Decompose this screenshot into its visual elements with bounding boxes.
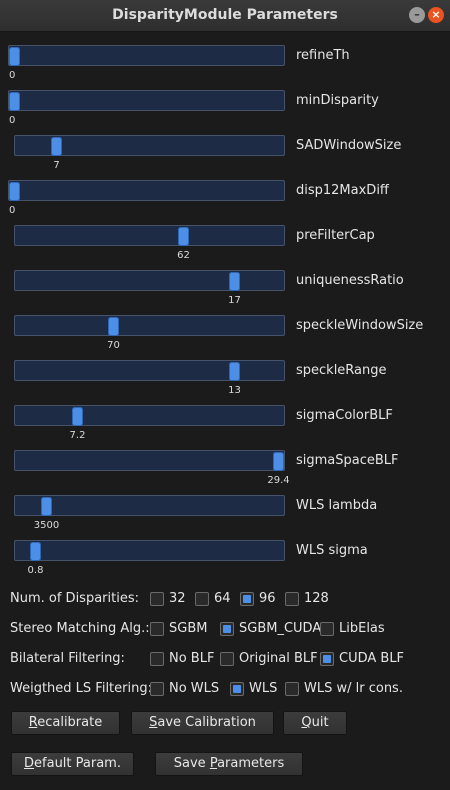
quit-button[interactable]: Quit (283, 711, 347, 735)
slider-label: disp12MaxDiff (296, 183, 389, 198)
stereo-option-libelas: LibElas (339, 621, 385, 636)
close-icon[interactable]: × (428, 7, 444, 23)
disparities-option-64: 64 (214, 591, 231, 606)
bilateral-option-no-blf: No BLF (169, 651, 215, 666)
bilateral-checkbox-no-blf[interactable] (150, 652, 164, 666)
slider-label: SADWindowSize (296, 138, 402, 153)
slider-label: sigmaColorBLF (296, 408, 393, 423)
wls-option-no-wls: No WLS (169, 681, 220, 696)
slider-handle[interactable] (9, 92, 20, 111)
slider-track[interactable] (14, 270, 285, 291)
slider-handle[interactable] (229, 362, 240, 381)
slider-value: 29.4 (267, 475, 290, 486)
title-bar: DisparityModule Parameters – × (0, 0, 450, 32)
wls-option-wls: WLS (249, 681, 278, 696)
slider-handle[interactable] (51, 137, 62, 156)
slider-value: 13 (228, 385, 241, 396)
slider-label: WLS lambda (296, 498, 378, 513)
slider-track[interactable] (8, 90, 285, 111)
slider-track[interactable] (14, 405, 285, 426)
slider-label: WLS sigma (296, 543, 368, 558)
slider-handle[interactable] (108, 317, 119, 336)
slider-handle[interactable] (72, 407, 83, 426)
slider-track[interactable] (8, 45, 285, 66)
bilateral-checkbox-cuda-blf[interactable] (320, 652, 334, 666)
slider-value: 0 (9, 70, 16, 81)
wls-checkbox-wls[interactable] (230, 682, 244, 696)
disparities-label: Num. of Disparities: (10, 591, 139, 606)
slider-label: refineTh (296, 48, 350, 63)
slider-track[interactable] (8, 180, 285, 201)
bilateral-option-original-blf: Original BLF (239, 651, 318, 666)
slider-label: sigmaSpaceBLF (296, 453, 399, 468)
stereo-option-sgbm-cuda: SGBM_CUDA (239, 621, 322, 636)
disparities-checkbox-64[interactable] (195, 592, 209, 606)
save-calibration-button[interactable]: Save Calibration (131, 711, 274, 735)
slider-handle[interactable] (30, 542, 41, 561)
slider-track[interactable] (14, 315, 285, 336)
parameters-panel: 0 refineTh 0 minDisparity 7 SADWindowSiz… (0, 32, 450, 790)
slider-value: 7.2 (69, 430, 86, 441)
slider-track[interactable] (14, 225, 285, 246)
window-title: DisparityModule Parameters (112, 7, 338, 23)
wls-option-wls-lr: WLS w/ lr cons. (304, 681, 403, 696)
slider-label: speckleRange (296, 363, 387, 378)
wls-checkbox-no-wls[interactable] (150, 682, 164, 696)
slider-track[interactable] (14, 135, 285, 156)
slider-handle[interactable] (9, 47, 20, 66)
disparities-checkbox-128[interactable] (285, 592, 299, 606)
slider-handle[interactable] (178, 227, 189, 246)
slider-label: speckleWindowSize (296, 318, 424, 333)
slider-value: 62 (177, 250, 190, 261)
bilateral-checkbox-original-blf[interactable] (220, 652, 234, 666)
slider-value: 3500 (33, 520, 60, 531)
stereo-checkbox-libelas[interactable] (320, 622, 334, 636)
disparities-option-32: 32 (169, 591, 186, 606)
slider-handle[interactable] (229, 272, 240, 291)
slider-handle[interactable] (9, 182, 20, 201)
slider-value: 17 (228, 295, 241, 306)
wls-label: Weigthed LS Filtering: (10, 681, 152, 696)
slider-track[interactable] (14, 540, 285, 561)
disparities-checkbox-32[interactable] (150, 592, 164, 606)
slider-label: uniquenessRatio (296, 273, 404, 288)
slider-track[interactable] (14, 360, 285, 381)
slider-handle[interactable] (41, 497, 52, 516)
recalibrate-button[interactable]: Recalibrate (11, 711, 120, 735)
slider-track[interactable] (14, 495, 285, 516)
stereo-checkbox-sgbm[interactable] (150, 622, 164, 636)
disparities-checkbox-96[interactable] (240, 592, 254, 606)
disparities-option-96: 96 (259, 591, 276, 606)
slider-value: 0 (9, 115, 16, 126)
default-param-button[interactable]: Default Param. (11, 752, 134, 776)
slider-value: 7 (53, 160, 60, 171)
stereo-checkbox-sgbm-cuda[interactable] (220, 622, 234, 636)
slider-value: 70 (107, 340, 120, 351)
save-parameters-button[interactable]: Save Parameters (155, 752, 303, 776)
stereo-alg-label: Stereo Matching Alg.: (10, 621, 150, 636)
slider-handle[interactable] (273, 452, 284, 471)
slider-value: 0.8 (27, 565, 44, 576)
bilateral-label: Bilateral Filtering: (10, 651, 125, 666)
wls-checkbox-wls-lr[interactable] (285, 682, 299, 696)
disparities-option-128: 128 (304, 591, 329, 606)
bilateral-option-cuda-blf: CUDA BLF (339, 651, 405, 666)
minimize-icon[interactable]: – (409, 7, 425, 23)
slider-label: minDisparity (296, 93, 379, 108)
slider-value: 0 (9, 205, 16, 216)
slider-track[interactable] (14, 450, 285, 471)
stereo-option-sgbm: SGBM (169, 621, 208, 636)
slider-label: preFilterCap (296, 228, 375, 243)
